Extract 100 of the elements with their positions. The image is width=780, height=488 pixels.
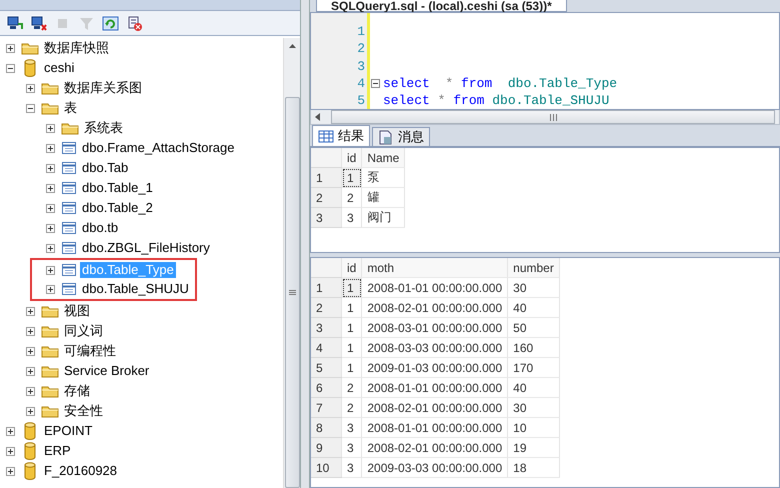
row-header[interactable]: 8 [311,418,342,438]
expand-icon[interactable] [26,386,35,396]
tree-item[interactable]: dbo.Table_2 [80,200,155,216]
column-header[interactable]: moth [362,258,508,278]
row-header[interactable]: 4 [311,338,342,358]
script-cross-icon[interactable] [126,14,144,32]
expand-icon[interactable] [46,244,55,252]
table-icon [61,241,77,255]
row-header[interactable]: 1 [311,168,342,188]
expand-icon[interactable] [6,44,15,52]
expand-icon[interactable] [6,446,15,456]
expand-icon[interactable] [26,84,35,92]
collapse-icon[interactable] [6,64,15,72]
row-header[interactable]: 3 [311,208,342,228]
folder-icon [61,121,79,135]
column-header[interactable]: id [342,258,362,278]
collapse-icon[interactable] [371,79,380,88]
expand-icon[interactable] [26,346,35,356]
expand-icon[interactable] [46,184,55,192]
expand-icon[interactable] [46,224,55,232]
table-cell: 2008-02-01 00:00:00.000 [362,398,508,418]
folder-icon [41,364,59,378]
tree-item[interactable]: ERP [42,443,73,459]
row-header[interactable]: 5 [311,358,342,378]
tree-item[interactable]: 表 [62,100,79,116]
tree-item[interactable]: 视图 [62,303,92,319]
tree-item[interactable]: 可编程性 [62,343,118,359]
expand-icon[interactable] [26,406,35,416]
document-tab[interactable]: SQLQuery1.sql - (local).ceshi (sa (53))* [316,0,567,12]
table-cell: 2 [342,378,362,398]
table-cell: 40 [508,378,560,398]
collapse-icon[interactable] [26,104,35,112]
expand-icon[interactable] [46,266,55,274]
tree-item[interactable]: 安全性 [62,403,105,419]
table-cell: 50 [508,318,560,338]
tree-item[interactable]: EPOINT [42,423,94,439]
tree-item[interactable]: dbo.Table_1 [80,180,155,196]
tree-item[interactable]: 存储 [62,383,92,399]
table-cell: 2009-03-03 00:00:00.000 [362,458,508,478]
tree-item[interactable]: dbo.ZBGL_FileHistory [80,240,212,256]
tree-item[interactable]: 数据库快照 [42,40,111,56]
tree-item[interactable]: Service Broker [62,363,152,379]
expand-icon[interactable] [6,466,15,476]
database-icon [24,59,36,77]
refresh-icon[interactable] [102,14,120,32]
line-number: 2 [356,40,366,58]
code-line: select * from dbo.Table_Type [383,74,618,92]
row-header[interactable]: 2 [311,298,342,318]
database-icon [24,422,36,440]
scrollbar-thumb[interactable] [284,97,300,488]
expand-icon[interactable] [46,144,55,152]
tree-item[interactable]: 同义词 [62,323,105,339]
folder-icon [41,81,59,95]
line-number: 3 [356,58,366,75]
table-cell: 2008-01-01 00:00:00.000 [362,278,508,298]
tree-item[interactable]: dbo.Table_SHUJU [80,281,191,297]
server-cross-icon[interactable] [30,14,48,32]
table-cell: 3 [342,208,362,228]
result-tab[interactable]: 结果 [312,125,370,146]
database-icon [24,442,36,460]
table-cell: 1 [342,278,362,298]
tree-item[interactable]: dbo.tb [80,220,120,236]
expand-icon[interactable] [26,326,35,336]
row-header[interactable]: 3 [311,318,342,338]
row-header[interactable]: 10 [311,458,342,478]
table-icon [61,141,77,155]
table-cell: 18 [508,458,560,478]
folder-icon [41,384,59,398]
scrollbar[interactable] [283,38,300,488]
expand-icon[interactable] [46,124,55,132]
row-header[interactable]: 6 [311,378,342,398]
expand-icon[interactable] [26,306,35,316]
expand-icon[interactable] [46,284,55,294]
result-tab[interactable]: 消息 [372,127,430,146]
column-header[interactable]: Name [362,148,405,168]
folder-icon [41,304,59,318]
column-header[interactable]: id [342,148,362,168]
tree-item[interactable]: ceshi [42,60,76,76]
tree-item[interactable]: F_20160928 [42,463,120,479]
table-icon [61,221,77,235]
tree-item[interactable]: 系统表 [82,120,125,136]
table-cell: 2008-01-01 00:00:00.000 [362,378,508,398]
expand-icon[interactable] [6,426,15,436]
expand-icon[interactable] [26,366,35,376]
tree-item[interactable]: dbo.Frame_AttachStorage [80,140,236,156]
table-cell: 1 [342,298,362,318]
expand-icon[interactable] [46,204,55,212]
grip-icon [288,290,296,296]
folder-icon [21,41,39,55]
expand-icon[interactable] [46,164,55,172]
column-header[interactable]: number [508,258,560,278]
row-header[interactable]: 7 [311,398,342,418]
row-header[interactable]: 2 [311,188,342,208]
row-header[interactable]: 1 [311,278,342,298]
table-cell: 30 [508,398,560,418]
tree-item[interactable]: dbo.Tab [80,160,130,176]
table-cell: 2009-01-03 00:00:00.000 [362,358,508,378]
row-header[interactable]: 9 [311,438,342,458]
server-plug-icon[interactable] [6,14,24,32]
tree-item[interactable]: 数据库关系图 [62,80,144,96]
